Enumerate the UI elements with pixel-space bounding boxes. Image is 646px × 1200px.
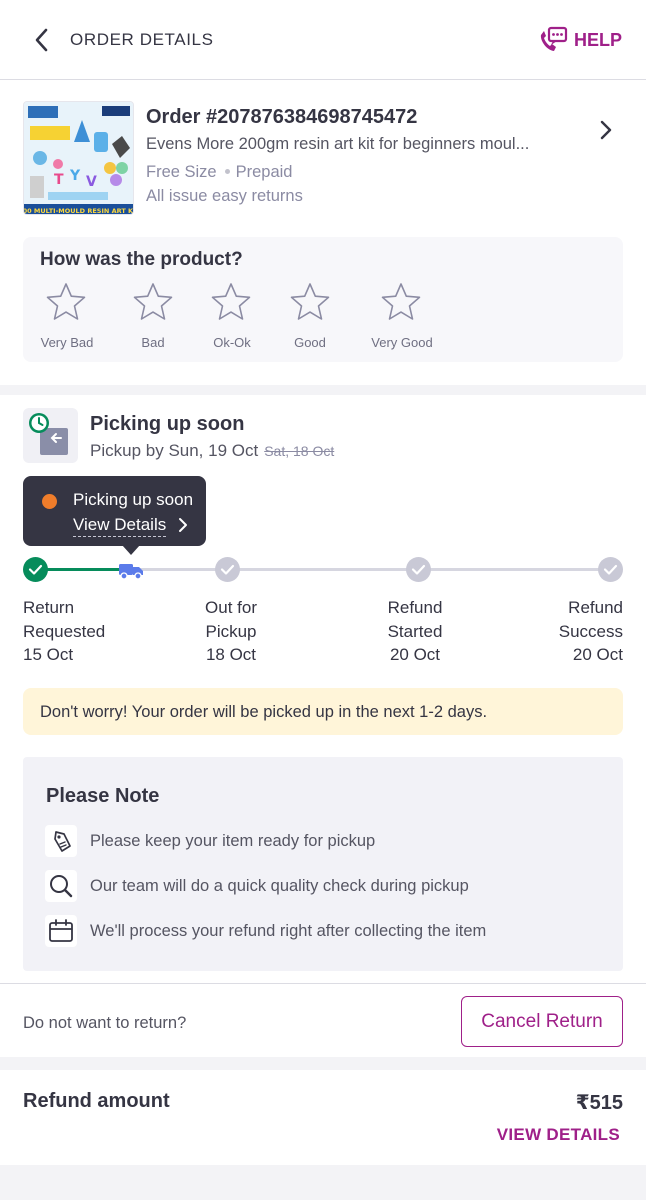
step-label-line: Refund xyxy=(387,598,443,617)
order-details-page: ORDER DETAILS HELP T Y V 200 MULTI-MOULD… xyxy=(0,0,646,1200)
note-text: Our team will do a quick quality check d… xyxy=(90,876,469,895)
svg-text:Y: Y xyxy=(69,168,81,184)
search-icon xyxy=(45,870,77,902)
step-label-out-for-pickup: Out for Pickup xyxy=(205,596,257,644)
note-title: Please Note xyxy=(46,785,160,807)
check-icon xyxy=(603,564,618,575)
product-image: T Y V 200 MULTI-MOULD RESIN ART KIT xyxy=(24,102,134,215)
refund-section: Refund amount ₹515 VIEW DETAILS xyxy=(0,1070,646,1165)
step-label-line: Success xyxy=(558,622,623,641)
separator-dot xyxy=(224,168,230,174)
cancel-return-bar: Do not want to return? Cancel Return xyxy=(0,983,646,1057)
help-chat-icon xyxy=(540,26,568,51)
check-icon xyxy=(220,564,235,575)
star-icon[interactable] xyxy=(132,281,174,323)
help-button[interactable]: HELP xyxy=(538,24,622,56)
step-label-refund-started: Refund Started xyxy=(388,596,443,644)
progress-line-complete xyxy=(35,568,131,571)
step-label-line: Pickup xyxy=(205,622,257,641)
note-item: We'll process your refund right after co… xyxy=(45,914,486,948)
step-label-line: Out for xyxy=(205,598,257,617)
svg-text:200 MULTI-MOULD RESIN ART KIT: 200 MULTI-MOULD RESIN ART KIT xyxy=(24,207,134,215)
step-date: 20 Oct xyxy=(572,645,623,664)
star-icon[interactable] xyxy=(210,281,252,323)
rating-question: How was the product? xyxy=(40,249,243,270)
step-node-return-requested xyxy=(23,557,48,582)
pickup-prefix: Pickup by xyxy=(90,441,164,460)
step-date: 15 Oct xyxy=(23,645,74,664)
step-date: 18 Oct xyxy=(205,645,257,664)
star-icon[interactable] xyxy=(380,281,422,323)
svg-text:T: T xyxy=(54,172,64,188)
step-label-refund-success: Refund Success xyxy=(559,596,623,644)
pickup-status-icon xyxy=(23,408,78,463)
status-dot xyxy=(42,494,57,509)
return-status-section: Picking up soon Pickup by Sun, 19 Oct Sat… xyxy=(0,395,646,983)
tag-icon xyxy=(45,825,77,857)
rating-label-ok-ok: Ok-Ok xyxy=(213,335,251,350)
product-section: T Y V 200 MULTI-MOULD RESIN ART KIT Orde… xyxy=(0,80,646,385)
section-divider xyxy=(0,385,646,395)
pickup-info-banner: Don't worry! Your order will be picked u… xyxy=(23,688,623,735)
note-text: Please keep your item ready for pickup xyxy=(90,831,376,850)
app-header: ORDER DETAILS HELP xyxy=(0,0,646,80)
order-number: Order #207876384698745472 xyxy=(146,106,418,128)
rating-label-good: Good xyxy=(294,335,326,350)
view-details-link[interactable]: View Details xyxy=(73,515,167,537)
refund-label: Refund amount xyxy=(23,1090,170,1112)
pickup-date: Sun, 19 Oct xyxy=(168,441,259,460)
star-icon[interactable] xyxy=(289,281,331,323)
progress-line-pending xyxy=(131,568,611,571)
product-size: Free Size xyxy=(146,163,217,181)
step-label-return-requested: Return Requested xyxy=(23,596,105,644)
status-tooltip: Picking up soon View Details xyxy=(23,476,206,555)
step-node-refund-processing xyxy=(406,557,431,582)
step-label-line: Refund xyxy=(568,598,623,617)
check-icon xyxy=(28,564,43,575)
rating-label-bad: Bad xyxy=(141,335,165,350)
back-button[interactable] xyxy=(24,22,58,58)
chevron-right-icon[interactable] xyxy=(177,517,189,533)
note-item: Please keep your item ready for pickup xyxy=(45,824,375,858)
truck-icon xyxy=(119,564,143,580)
status-title: Picking up soon xyxy=(90,413,245,435)
chevron-right-icon[interactable] xyxy=(596,118,616,142)
tooltip-title: Picking up soon xyxy=(73,490,194,509)
star-icon[interactable] xyxy=(45,281,87,323)
payment-method: Prepaid xyxy=(235,163,293,181)
please-note-card: Please Note Please keep your item ready … xyxy=(23,757,623,971)
step-node-refund-started xyxy=(215,557,240,582)
refund-amount: ₹515 xyxy=(575,1092,623,1114)
cancel-question: Do not want to return? xyxy=(23,1014,187,1032)
rating-card: How was the product? Very Bad Bad Ok-Ok … xyxy=(23,237,623,362)
view-refund-details-link[interactable]: VIEW DETAILS xyxy=(497,1125,620,1145)
step-node-refund-success xyxy=(598,557,623,582)
svg-text:V: V xyxy=(86,174,97,190)
pickup-date-line: Pickup by Sun, 19 Oct Sat, 18 Oct xyxy=(90,441,334,461)
returns-policy: All issue easy returns xyxy=(146,187,303,205)
product-name: Evens More 200gm resin art kit for begin… xyxy=(146,135,530,153)
note-text: We'll process your refund right after co… xyxy=(90,921,487,940)
note-item: Our team will do a quick quality check d… xyxy=(45,869,469,903)
step-label-line: Started xyxy=(387,622,443,641)
help-label: HELP xyxy=(573,29,622,50)
step-label-line: Requested xyxy=(23,622,106,641)
chevron-left-icon xyxy=(35,28,48,52)
old-pickup-date: Sat, 18 Oct xyxy=(264,443,335,459)
rating-label-very-bad: Very Bad xyxy=(40,335,94,350)
step-label-line: Return xyxy=(23,598,75,617)
cancel-return-button[interactable]: Cancel Return xyxy=(461,996,623,1047)
section-divider xyxy=(0,1057,646,1070)
check-icon xyxy=(411,564,426,575)
page-title: ORDER DETAILS xyxy=(70,30,214,49)
product-thumbnail[interactable]: T Y V 200 MULTI-MOULD RESIN ART KIT xyxy=(23,101,134,215)
rating-label-very-good: Very Good xyxy=(371,335,433,350)
page-bottom-fill xyxy=(0,1165,646,1200)
step-date: 20 Oct xyxy=(389,645,441,664)
return-box-icon xyxy=(29,413,68,455)
product-meta: Free Size Prepaid xyxy=(146,163,292,182)
calendar-icon xyxy=(45,915,77,947)
